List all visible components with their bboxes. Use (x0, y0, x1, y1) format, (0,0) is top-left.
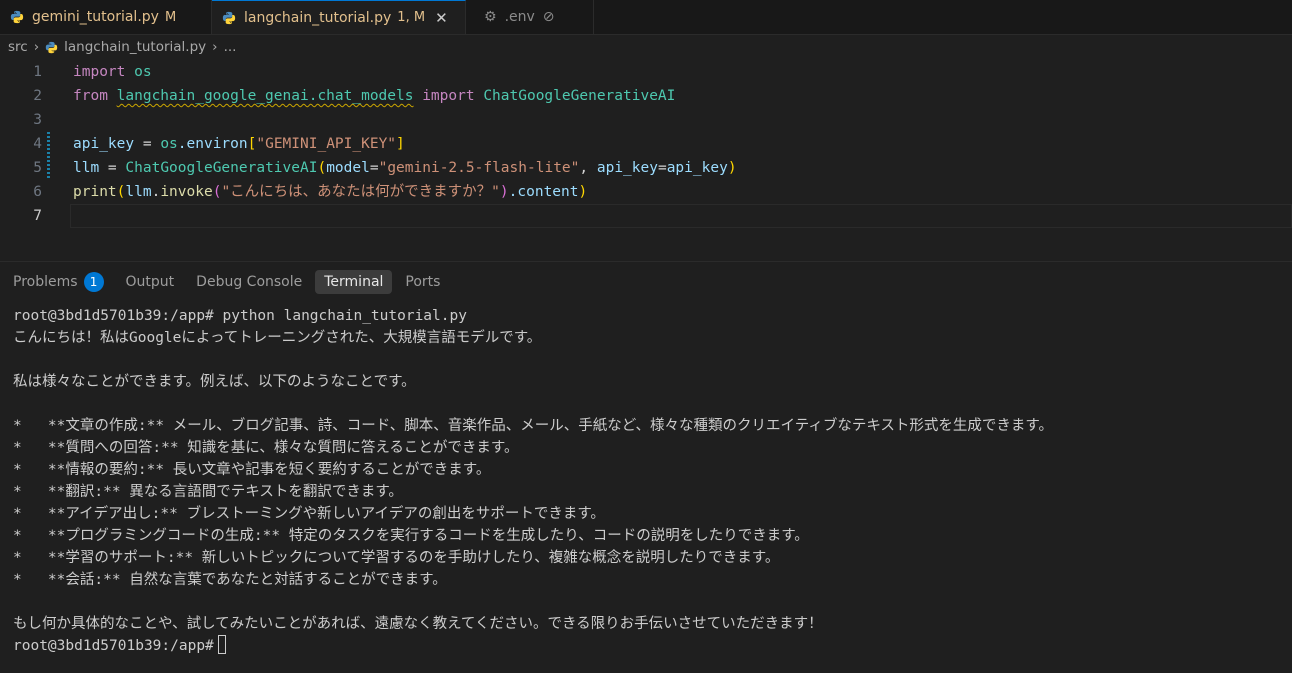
line-number: 5 (33, 160, 42, 176)
terminal-prompt-line: root@3bd1d5701b39:/app# (13, 635, 1288, 657)
terminal-prompt: root@3bd1d5701b39:/app# (13, 638, 214, 654)
string-literal: "gemini-2.5-flash-lite" (378, 160, 580, 176)
breadcrumb-folder[interactable]: src (8, 39, 28, 55)
line-number: 7 (33, 208, 42, 224)
panel-tab-bar: Problems 1 Output Debug Console Terminal… (0, 267, 453, 297)
terminal-line: * **プログラミングコードの生成:** 特定のタスクを実行するコードを生成した… (13, 528, 809, 544)
tab-debug-console[interactable]: Debug Console (187, 270, 311, 294)
problems-count-badge: 1 (83, 272, 104, 292)
tab-output[interactable]: Output (117, 270, 184, 294)
class-name: ChatGoogleGenerativeAI (483, 88, 676, 104)
terminal-cursor[interactable] (217, 635, 226, 654)
line-number: 6 (33, 184, 42, 200)
breadcrumb-file[interactable]: langchain_tutorial.py (64, 39, 206, 55)
modified-badge: M (164, 9, 177, 25)
keyword: import (73, 64, 126, 80)
python-icon (45, 41, 58, 53)
terminal-line: * **会話:** 自然な言葉であなたと対話することができます。 (13, 572, 447, 588)
terminal-line: もし何か具体的なことや、試してみたいことがあれば、遠慮なく教えてください。できる… (13, 616, 823, 632)
code-line: 5 llm = ChatGoogleGenerativeAI(model="ge… (0, 156, 1292, 180)
code-editor[interactable]: 1 import os 2 from langchain_google_gena… (0, 60, 1292, 260)
line-number: 1 (33, 64, 42, 80)
modified-gutter-marker[interactable] (47, 132, 50, 156)
code-line: 3 (0, 108, 1292, 132)
code-line: 2 from langchain_google_genai.chat_model… (0, 84, 1292, 108)
line-number: 4 (33, 136, 42, 152)
keyword: from (73, 88, 108, 104)
terminal-line: 私は様々なことができます。例えば、以下のようなことです。 (13, 374, 416, 390)
problems-modified-badge: 1, M (397, 10, 426, 25)
bottom-panel: Problems 1 Output Debug Console Terminal… (0, 261, 1292, 673)
editor-tab-bar: gemini_tutorial.py M langchain_tutorial.… (0, 0, 1292, 35)
vscode-window: gemini_tutorial.py M langchain_tutorial.… (0, 0, 1292, 673)
code-line: 6 print(llm.invoke("こんにちは、あなたは何ができますか？")… (0, 180, 1292, 204)
breadcrumb-more[interactable]: ... (224, 39, 237, 55)
python-icon (222, 11, 236, 24)
package-name-warning[interactable]: langchain_google_genai.chat_models (117, 88, 414, 104)
code-line: 1 import os (0, 60, 1292, 84)
variable: llm (73, 160, 100, 176)
terminal-line: * **文章の作成:** メール、ブログ記事、詩、コード、脚本、音楽作品、メール… (13, 418, 1053, 434)
chevron-right-icon: › (212, 39, 218, 55)
terminal-line: こんにちは！私はGoogleによってトレーニングされた、大規模言語モデルです。 (13, 330, 542, 346)
string-literal: "こんにちは、あなたは何ができますか？" (221, 184, 500, 200)
ignored-icon: ⊘ (542, 9, 555, 25)
tab-terminal[interactable]: Terminal (315, 270, 393, 294)
tab-langchain-tutorial[interactable]: langchain_tutorial.py 1, M ✕ (212, 0, 466, 34)
code-line-current: 7 (0, 204, 1292, 228)
line-number: 3 (33, 112, 42, 128)
terminal-line: root@3bd1d5701b39:/app# python langchain… (13, 308, 467, 324)
gear-icon: ⚙ (484, 9, 497, 25)
modified-gutter-marker[interactable] (47, 156, 50, 180)
terminal-line: * **学習のサポート:** 新しいトピックについて学習するのを手助けしたり、複… (13, 550, 780, 566)
close-icon[interactable]: ✕ (435, 9, 448, 27)
keyword: import (422, 88, 475, 104)
terminal-line: * **情報の要約:** 長い文章や記事を短く要約することができます。 (13, 462, 491, 478)
tab-label: gemini_tutorial.py (32, 9, 159, 25)
variable: api_key (73, 136, 135, 152)
terminal-line: * **質問への回答:** 知識を基に、様々な質問に答えることができます。 (13, 440, 519, 456)
string-literal: "GEMINI_API_KEY" (256, 136, 397, 152)
module-name: os (134, 64, 152, 80)
line-number: 2 (33, 88, 42, 104)
python-icon (10, 10, 24, 24)
terminal-output[interactable]: root@3bd1d5701b39:/app# python langchain… (13, 305, 1288, 657)
tab-label: langchain_tutorial.py (244, 9, 392, 26)
terminal-line: * **翻訳:** 異なる言語間でテキストを翻訳できます。 (13, 484, 403, 500)
breadcrumb: src › langchain_tutorial.py › ... (0, 35, 1292, 59)
chevron-right-icon: › (33, 39, 40, 55)
code-line: 4 api_key = os.environ["GEMINI_API_KEY"] (0, 132, 1292, 156)
tab-env[interactable]: ⚙ .env ⊘ (466, 0, 594, 34)
current-line-highlight (70, 204, 1292, 228)
tab-ports[interactable]: Ports (396, 270, 449, 294)
tab-label: .env (504, 9, 535, 25)
terminal-line: * **アイデア出し:** ブレストーミングや新しいアイデアの創出をサポートでき… (13, 506, 605, 522)
tab-problems[interactable]: Problems 1 (4, 268, 113, 296)
function-name: print (73, 184, 117, 200)
tab-gemini-tutorial[interactable]: gemini_tutorial.py M (0, 0, 212, 34)
